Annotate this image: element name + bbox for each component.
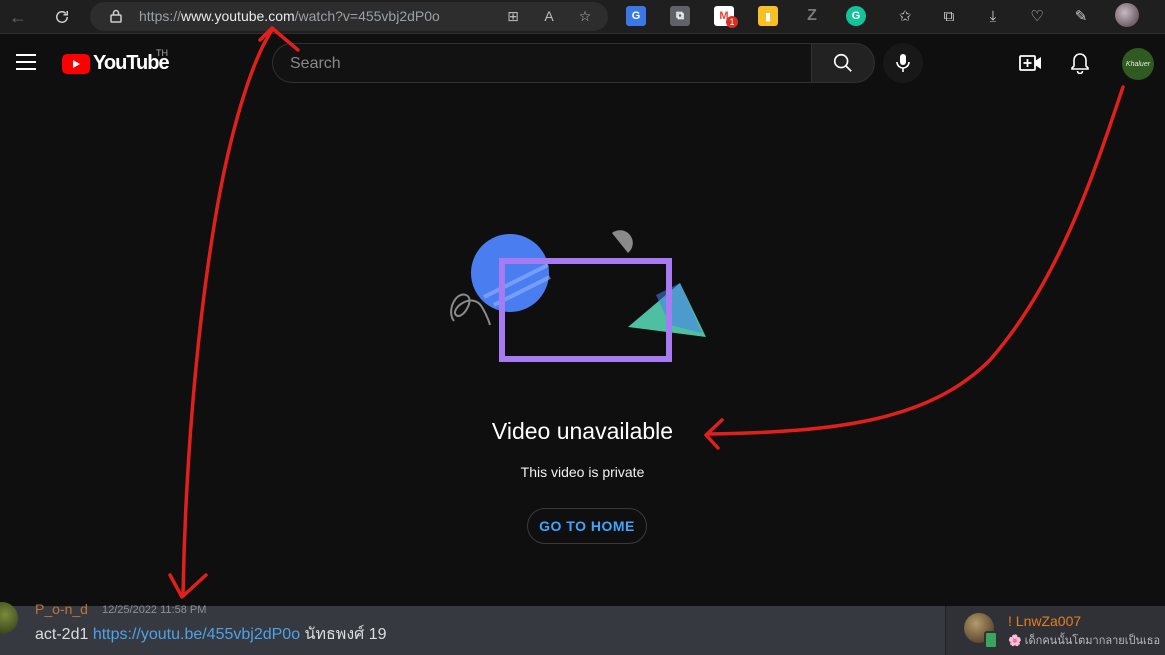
- health-icon[interactable]: ♡: [1027, 6, 1047, 26]
- search-input[interactable]: [288, 54, 792, 74]
- arrow-to-bottom: [168, 573, 208, 599]
- url-text[interactable]: https://www.youtube.com/watch?v=455vbj2d…: [139, 8, 440, 24]
- search-button[interactable]: [811, 43, 875, 83]
- microphone-icon: [896, 54, 910, 72]
- mobile-status-icon: [984, 631, 998, 649]
- notifications-bell-icon[interactable]: [1068, 51, 1092, 75]
- youtube-logo[interactable]: YouTube: [62, 52, 170, 75]
- read-aloud-icon[interactable]: A: [540, 7, 558, 25]
- translate-icon[interactable]: G: [626, 6, 646, 26]
- lock-icon: [110, 9, 122, 23]
- message-prefix: act-2d1: [35, 626, 89, 643]
- back-arrow-icon[interactable]: ←: [7, 6, 29, 28]
- refresh-icon[interactable]: [51, 6, 73, 28]
- collections-icon[interactable]: ⧉: [939, 6, 959, 26]
- member-list-panel: ! LnwZa007 🌸 เด็กคนนั้นโตมากลายเป็นเธอ: [945, 606, 1165, 655]
- account-avatar[interactable]: Khaluer: [1122, 48, 1154, 80]
- arrow-to-title: [706, 85, 1125, 436]
- region-code: TH: [156, 48, 168, 58]
- message-link[interactable]: https://youtu.be/455vbj2dP0o: [93, 626, 300, 643]
- message-suffix: นัทธพงศ์ 19: [304, 626, 387, 643]
- browser-toolbar: ← https://www.youtube.com/watch?v=455vbj…: [0, 0, 1165, 34]
- grammarly-icon[interactable]: G: [846, 6, 866, 26]
- video-unavailable-illustration: [450, 230, 706, 362]
- member-name[interactable]: ! LnwZa007: [1008, 613, 1081, 629]
- create-video-icon[interactable]: [1019, 51, 1043, 75]
- menu-icon[interactable]: [16, 54, 36, 70]
- message-author[interactable]: P_o-n_d: [35, 601, 88, 617]
- copy-icon[interactable]: ⧉: [670, 6, 690, 26]
- browser-profile-avatar[interactable]: [1115, 3, 1139, 27]
- message-timestamp: 12/25/2022 11:58 PM: [102, 604, 207, 616]
- go-to-home-button[interactable]: GO TO HOME: [527, 508, 647, 544]
- user-avatar[interactable]: [0, 602, 18, 634]
- youtube-header: YouTube TH Khaluer: [0, 35, 1165, 91]
- extensions-icon[interactable]: ✎: [1071, 6, 1091, 26]
- member-activity: 🌸 เด็กคนนั้นโตมากลายเป็นเธอ: [1008, 635, 1161, 647]
- gmail-badge: 1: [726, 16, 738, 28]
- search-icon: [833, 53, 852, 72]
- add-favorite-icon[interactable]: ☆: [576, 7, 594, 25]
- app-available-icon[interactable]: ⊞: [504, 7, 522, 25]
- voice-search-button[interactable]: [883, 43, 923, 83]
- arrow-to-url: [181, 28, 274, 597]
- search-box[interactable]: [272, 43, 812, 83]
- error-title: Video unavailable: [491, 418, 674, 444]
- z-icon[interactable]: Z: [802, 6, 822, 26]
- address-bar[interactable]: https://www.youtube.com/watch?v=455vbj2d…: [90, 2, 608, 31]
- play-icon: [62, 53, 90, 74]
- discord-chat-strip: P_o-n_d 12/25/2022 11:58 PM act-2d1 http…: [0, 601, 1165, 655]
- favorites-icon[interactable]: ✩: [895, 6, 915, 26]
- error-subtitle: This video is private: [520, 464, 645, 480]
- chat-message: act-2d1 https://youtu.be/455vbj2dP0o นัท…: [35, 622, 387, 647]
- keep-icon[interactable]: ▮: [758, 6, 778, 26]
- downloads-icon[interactable]: ⤓: [983, 6, 1003, 26]
